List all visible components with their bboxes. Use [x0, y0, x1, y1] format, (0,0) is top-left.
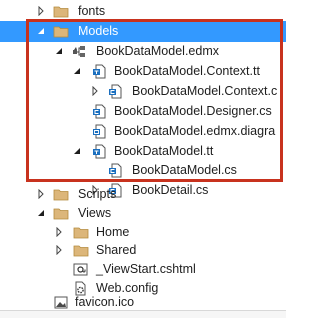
template-file-icon [93, 144, 106, 159]
folder-icon [53, 6, 69, 18]
tree-item-label: Scripts [78, 187, 117, 201]
expand-arrow-icon[interactable] [36, 6, 46, 16]
tree-item-bookdatamodel-cs[interactable]: BookDataModel.cs [0, 160, 286, 181]
folder-icon [53, 189, 69, 201]
folder-icon [53, 208, 69, 220]
collapse-arrow-icon[interactable] [72, 146, 82, 156]
csharp-file-icon [109, 163, 122, 178]
edmx-model-icon [73, 46, 85, 57]
tree-item-designer-cs[interactable]: BookDataModel.Designer.cs [0, 101, 286, 122]
solution-explorer-tree: fonts Models BookDataModel.edmx BookData… [0, 0, 286, 318]
tree-item-fonts[interactable]: fonts [0, 1, 286, 22]
tree-item-context-tt[interactable]: BookDataModel.Context.tt [0, 61, 286, 82]
tree-item-edmx-diagram[interactable]: BookDataModel.edmx.diagra [0, 121, 286, 142]
tree-item-context-cs[interactable]: BookDataModel.Context.c [0, 81, 286, 102]
tree-item-label: favicon.ico [75, 295, 135, 309]
tree-item-label: BookDataModel.Designer.cs [114, 104, 272, 118]
expand-arrow-icon[interactable] [36, 189, 46, 199]
expand-arrow-icon[interactable] [54, 245, 64, 255]
tree-item-bookdatamodel-tt[interactable]: BookDataModel.tt [0, 141, 286, 162]
image-file-icon [54, 296, 68, 309]
tree-item-label: BookDataModel.cs [132, 163, 237, 177]
tree-item-viewstart[interactable]: _ViewStart.cshtml [0, 259, 286, 280]
csharp-file-icon [93, 104, 106, 119]
tree-item-label: BookDataModel.tt [114, 144, 214, 158]
tree-item-label: BookDataModel.Context.tt [114, 64, 260, 78]
tree-item-label: BookDataModel.edmx [96, 44, 219, 58]
folder-icon [73, 245, 89, 257]
tree-item-label: fonts [78, 4, 106, 18]
razor-file-icon [73, 263, 88, 276]
tree-item-bookdatamodel-edmx[interactable]: BookDataModel.edmx [0, 41, 286, 62]
tree-item-label: BookDataModel.Context.c [132, 84, 278, 98]
collapse-arrow-icon[interactable] [36, 208, 46, 218]
csharp-file-icon [109, 84, 122, 99]
folder-icon [73, 227, 89, 239]
tree-item-models[interactable]: Models [0, 21, 286, 42]
collapse-arrow-icon[interactable] [36, 26, 46, 36]
tree-item-label: Home [96, 225, 130, 239]
tree-item-label: Shared [96, 243, 137, 257]
tree-item-shared[interactable]: Shared [0, 240, 286, 261]
expand-arrow-icon[interactable] [54, 227, 64, 237]
folder-icon [53, 26, 69, 38]
panel-bottom-strip [0, 311, 286, 318]
diagram-file-icon [93, 124, 106, 139]
tree-item-views[interactable]: Views [0, 203, 286, 224]
collapse-arrow-icon[interactable] [54, 46, 64, 56]
tree-item-label: Views [78, 206, 112, 220]
tree-item-scripts[interactable]: Scripts [0, 184, 286, 205]
tree-item-label: BookDataModel.edmx.diagra [114, 124, 276, 138]
tree-item-label: Models [78, 24, 119, 38]
expand-arrow-icon[interactable] [90, 86, 100, 96]
tree-item-label: _ViewStart.cshtml [96, 262, 196, 276]
collapse-arrow-icon[interactable] [72, 66, 82, 76]
template-file-icon [93, 64, 106, 79]
